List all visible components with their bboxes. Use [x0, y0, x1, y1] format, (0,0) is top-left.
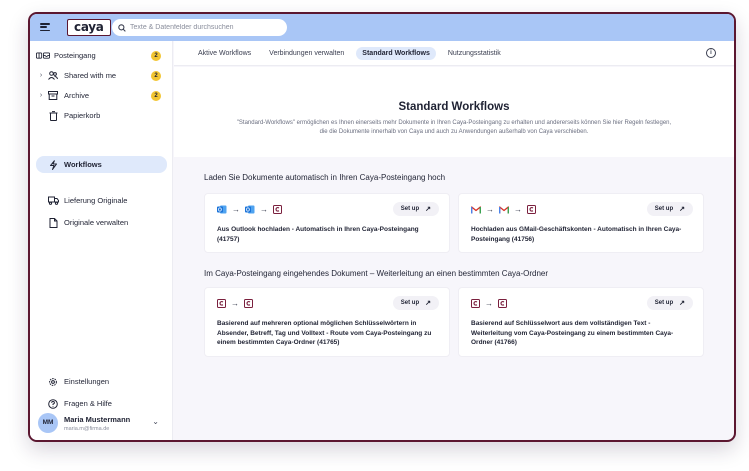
card-description: Hochladen aus GMail-Geschäftskonten - Au…	[471, 226, 682, 243]
sidebar-item-label: Shared with me	[64, 71, 117, 80]
arrow-right-icon: →	[260, 204, 268, 214]
sidebar-item-label: Papierkorb	[64, 111, 101, 120]
caya-icon	[498, 299, 507, 308]
trash-icon	[46, 110, 60, 121]
card-description: Basierend auf Schlüsselwort aus dem voll…	[471, 320, 674, 346]
user-name: Maria Mustermann	[64, 414, 131, 424]
document-icon	[46, 217, 60, 228]
search-input[interactable]	[130, 24, 280, 31]
arrow-up-right-icon: ↗	[425, 300, 431, 307]
page-description: "Standard-Workflows" ermöglichen es Ihne…	[236, 120, 672, 135]
user-email: maria.m@firma.de	[64, 425, 110, 432]
sidebar-item-label: Einstellungen	[64, 377, 110, 386]
arrow-right-icon: →	[232, 204, 240, 214]
arrow-right-icon: →	[514, 204, 522, 214]
workflow-card-keywords[interactable]: → Set up ↗ Basierend auf mehreren optiona…	[204, 287, 450, 357]
caya-icon	[527, 205, 536, 214]
archive-icon	[46, 91, 60, 100]
lightning-icon	[46, 159, 60, 170]
sidebar-item-label: Originale verwalten	[64, 218, 129, 227]
sidebar-item-label: Archive	[64, 91, 90, 100]
app-window: caya Posteingang 2 › Shared with me 2 › …	[28, 12, 736, 442]
sidebar-item-label: Fragen & Hilfe	[64, 399, 112, 408]
caya-icon	[273, 205, 282, 214]
help-icon	[46, 398, 60, 409]
search-box[interactable]	[112, 19, 287, 36]
avatar: MM	[38, 413, 58, 433]
arrow-right-icon: →	[485, 298, 493, 308]
sidebar: Posteingang 2 › Shared with me 2 › Archi…	[30, 41, 173, 440]
outlook-icon: O	[245, 205, 255, 214]
workflow-card-fulltext[interactable]: → Set up ↗ Basierend auf Schlüsselwort au…	[458, 287, 704, 357]
setup-button[interactable]: Set up ↗	[392, 296, 439, 310]
arrow-up-right-icon: ↗	[679, 300, 685, 307]
tab-bar: Aktive Workflows Verbindungen verwalten …	[174, 41, 734, 66]
count-badge: 2	[151, 91, 161, 101]
sidebar-item-papierkorb[interactable]: Papierkorb	[36, 107, 167, 124]
page-title: Standard Workflows	[398, 101, 510, 113]
search-icon	[118, 23, 126, 32]
workflow-card-outlook[interactable]: O → O → Set up ↗ Aus Outlook hochladen - …	[204, 193, 450, 253]
chevron-down-icon[interactable]: ⌄	[152, 417, 159, 426]
sidebar-item-workflows[interactable]: Workflows	[36, 156, 167, 173]
sidebar-item-label: Lieferung Originale	[64, 196, 128, 205]
caya-icon	[217, 299, 226, 308]
hero-section: Standard Workflows "Standard-Workflows" …	[174, 67, 734, 157]
chevron-right-icon[interactable]: ›	[36, 92, 46, 99]
svg-text:O: O	[218, 207, 222, 213]
caya-logo[interactable]: caya	[67, 19, 111, 36]
gmail-icon	[471, 205, 481, 213]
sidebar-item-label: Posteingang	[54, 51, 96, 60]
gear-icon	[46, 377, 60, 387]
arrow-right-icon: →	[486, 204, 494, 214]
chevron-right-icon[interactable]: ›	[36, 72, 46, 79]
sidebar-item-originale[interactable]: Originale verwalten	[36, 214, 167, 231]
card-description: Aus Outlook hochladen - Automatisch in I…	[217, 226, 419, 243]
setup-button[interactable]: Set up ↗	[392, 202, 439, 216]
count-badge: 2	[151, 71, 161, 81]
tab-standard-workflows[interactable]: Standard Workflows	[356, 46, 436, 60]
workflow-card-gmail[interactable]: → → Set up ↗ Hochladen aus GMail-Geschäft…	[458, 193, 704, 253]
tab-aktive-workflows[interactable]: Aktive Workflows	[192, 47, 257, 60]
outlook-icon: O	[217, 205, 227, 214]
caya-icon	[244, 299, 253, 308]
main-content: Aktive Workflows Verbindungen verwalten …	[174, 41, 734, 440]
sidebar-item-shared[interactable]: › Shared with me 2	[36, 67, 167, 84]
count-badge: 2	[151, 51, 161, 61]
sidebar-item-lieferung[interactable]: Lieferung Originale	[36, 192, 167, 209]
section-title: Im Caya-Posteingang eingehendes Dokument…	[204, 269, 549, 278]
svg-text:O: O	[246, 207, 250, 213]
caya-icon	[471, 299, 480, 308]
inbox-icon	[36, 51, 50, 60]
sidebar-item-archive[interactable]: › Archive 2	[36, 87, 167, 104]
card-description: Basierend auf mehreren optional mögliche…	[217, 320, 432, 346]
tab-verbindungen[interactable]: Verbindungen verwalten	[263, 47, 350, 60]
sidebar-item-hilfe[interactable]: Fragen & Hilfe	[36, 395, 167, 412]
tab-nutzungsstatistik[interactable]: Nutzungsstatistik	[442, 47, 507, 60]
users-icon	[46, 71, 60, 80]
arrow-up-right-icon: ↗	[679, 206, 685, 213]
setup-button[interactable]: Set up ↗	[646, 296, 693, 310]
sidebar-item-posteingang[interactable]: Posteingang 2	[36, 47, 167, 64]
setup-button[interactable]: Set up ↗	[646, 202, 693, 216]
truck-icon	[46, 196, 60, 205]
menu-icon[interactable]	[40, 23, 50, 31]
gmail-icon	[499, 205, 509, 213]
sidebar-item-label: Workflows	[64, 160, 102, 169]
sidebar-item-einstellungen[interactable]: Einstellungen	[36, 373, 167, 390]
section-title: Laden Sie Dokumente automatisch in Ihren…	[204, 173, 446, 182]
arrow-up-right-icon: ↗	[425, 206, 431, 213]
arrow-right-icon: →	[231, 298, 239, 308]
top-bar: caya	[30, 14, 734, 41]
info-icon[interactable]: i	[706, 48, 716, 58]
user-profile[interactable]: MM Maria Mustermann maria.m@firma.de ⌄	[38, 412, 163, 434]
